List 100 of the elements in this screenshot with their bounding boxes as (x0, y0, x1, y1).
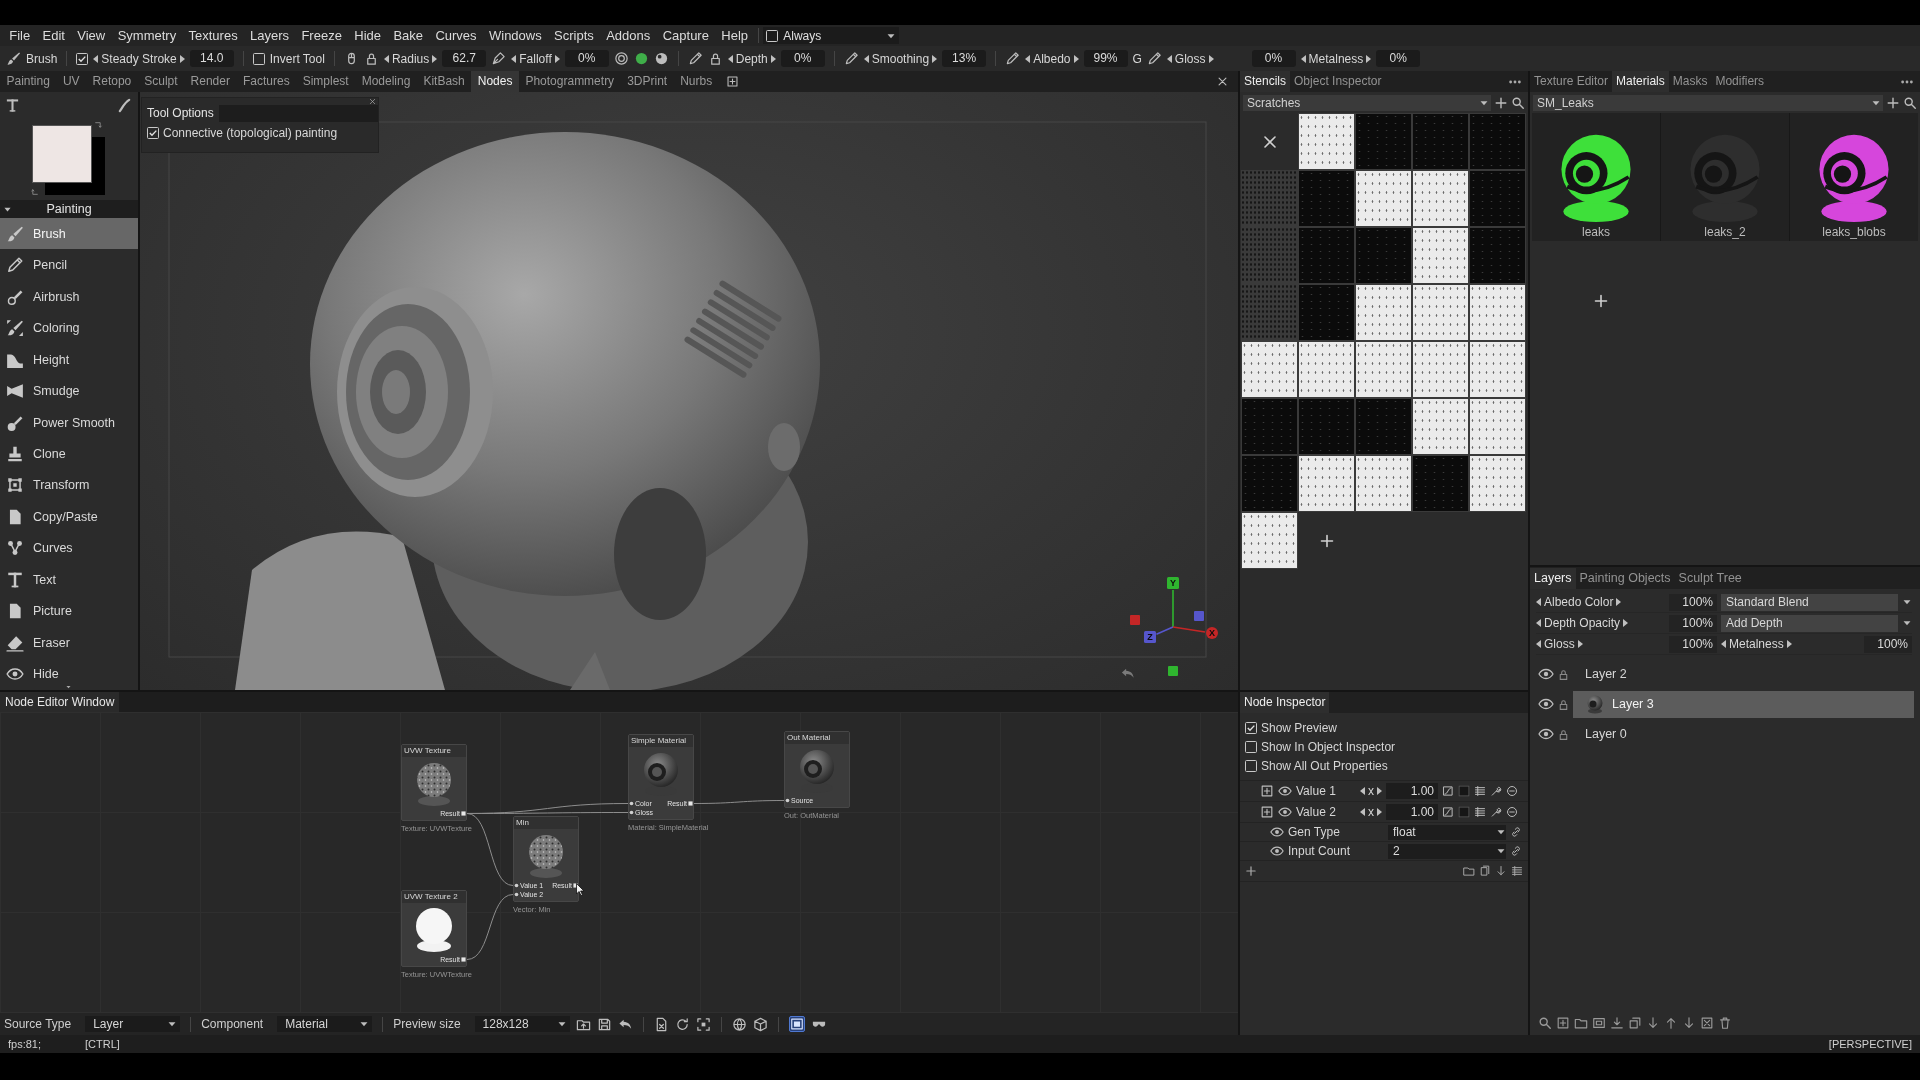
right-triangle-icon[interactable] (1377, 808, 1382, 816)
albedo-spinner[interactable]: Albedo (1025, 51, 1079, 66)
pencil-icon[interactable] (687, 51, 703, 66)
falloff-field[interactable]: 0% (564, 50, 609, 67)
stencil-thumbnail[interactable] (1469, 398, 1526, 455)
stencil-thumbnail[interactable] (1412, 227, 1469, 284)
stencil-thumbnail[interactable] (1355, 398, 1412, 455)
stencil-thumbnail[interactable] (1355, 455, 1412, 512)
tool-item[interactable]: Transform (0, 469, 138, 502)
material-thumbnail[interactable]: leaks_2 (1661, 113, 1789, 241)
right-triangle-icon[interactable] (432, 54, 438, 63)
axis-handle[interactable] (1168, 666, 1178, 676)
delete-box-icon[interactable] (1700, 1016, 1714, 1030)
right-triangle-icon[interactable] (179, 54, 185, 63)
stencil-thumbnail[interactable] (1241, 341, 1298, 398)
right-triangle-icon[interactable] (1623, 619, 1629, 627)
right-triangle-icon[interactable] (1366, 54, 1372, 63)
left-triangle-icon[interactable] (1536, 598, 1541, 606)
axis-handle[interactable] (1194, 611, 1204, 621)
layer-item[interactable]: Layer 3 (1573, 690, 1914, 718)
list-icon[interactable] (1511, 865, 1523, 877)
eye-icon[interactable] (1270, 844, 1284, 858)
dot-icon[interactable] (633, 51, 649, 66)
blend-mode-dropdown[interactable]: Standard Blend (1721, 593, 1898, 611)
left-triangle-icon[interactable] (1721, 640, 1726, 648)
menu-item[interactable]: Layers (243, 25, 296, 46)
stencil-thumbnail[interactable] (1469, 170, 1526, 227)
menu-item[interactable]: Curves (429, 25, 483, 46)
opacity-field[interactable]: 100% (1669, 614, 1717, 632)
menu-item[interactable]: File (3, 25, 37, 46)
stencil-thumbnail[interactable] (1412, 170, 1469, 227)
checkbox[interactable] (147, 127, 159, 139)
down-arrow-icon[interactable] (1682, 1016, 1696, 1030)
stencil-thumbnail[interactable] (1355, 284, 1412, 341)
left-triangle-icon[interactable] (1360, 808, 1365, 816)
close-icon[interactable] (1217, 76, 1228, 87)
eye-icon[interactable] (1270, 825, 1284, 839)
menu-item[interactable]: Scripts (547, 25, 600, 46)
stencil-thumbnail[interactable] (1241, 455, 1298, 512)
menu-item[interactable]: Bake (387, 25, 430, 46)
globe-icon[interactable] (731, 1016, 747, 1032)
metalness-field[interactable]: 0% (1376, 50, 1421, 67)
panel-tab[interactable]: Texture Editor (1530, 71, 1613, 92)
left-triangle-icon[interactable] (1536, 640, 1541, 648)
caret-icon[interactable] (359, 1019, 370, 1029)
tool-item[interactable]: Smudge (0, 375, 138, 407)
tool-item[interactable]: Text (0, 564, 138, 596)
workspace-tab[interactable]: Factures (236, 71, 297, 92)
workspace-tab[interactable]: KitBash (416, 71, 472, 92)
caret-icon[interactable] (1902, 618, 1912, 628)
value-field[interactable]: 1.00 (1386, 783, 1438, 799)
tool-item[interactable]: Clone (0, 438, 138, 470)
gloss-field[interactable]: 0% (1251, 50, 1296, 67)
section-header[interactable]: Painting (0, 200, 138, 218)
stencil-thumbnail[interactable] (1412, 398, 1469, 455)
menu-item[interactable]: Textures (182, 25, 244, 46)
up-arrow-icon[interactable] (1664, 1016, 1678, 1030)
right-triangle-icon[interactable] (1786, 640, 1792, 648)
file-stack-icon[interactable] (1479, 865, 1491, 877)
stencil-thumbnail[interactable] (1412, 284, 1469, 341)
output-socket[interactable] (573, 883, 578, 888)
layer-item[interactable]: Layer 2 (1573, 660, 1914, 688)
workspace-tab[interactable]: Modeling (355, 71, 417, 92)
right-triangle-icon[interactable] (1208, 54, 1214, 63)
search-icon[interactable] (1903, 95, 1917, 110)
falloff-spinner[interactable]: Falloff (511, 51, 560, 66)
layer-frame-icon[interactable] (1592, 1016, 1606, 1030)
opacity-field[interactable]: 100% (1864, 635, 1912, 653)
bent-arrow-icon[interactable] (94, 121, 103, 130)
plus-box-icon[interactable] (1260, 784, 1274, 798)
pencil-icon[interactable] (1005, 51, 1021, 66)
stencil-thumbnail[interactable] (1412, 455, 1469, 512)
sphere-icon[interactable] (653, 51, 669, 66)
workspace-tab[interactable]: Photogrammetry (518, 71, 621, 92)
refresh-icon[interactable] (674, 1016, 690, 1032)
channel-spinner[interactable]: Metalness (1721, 637, 1792, 651)
source-type-dropdown[interactable]: Layer (85, 1016, 181, 1032)
eye-icon[interactable] (1538, 696, 1554, 712)
frame-icon[interactable] (788, 1016, 805, 1032)
plus-icon[interactable] (1886, 95, 1900, 110)
workspace-tab[interactable]: Nurbs (673, 71, 719, 92)
layer-item[interactable]: Layer 0 (1573, 720, 1914, 748)
radius-spinner[interactable]: Radius (383, 51, 438, 66)
component-dropdown[interactable]: Material (277, 1016, 373, 1032)
lock-icon[interactable] (1557, 667, 1570, 681)
link-icon[interactable] (1510, 826, 1522, 838)
left-triangle-icon[interactable] (511, 54, 517, 63)
wrench-icon[interactable] (1490, 806, 1502, 818)
panel-tab[interactable]: Modifiers (1711, 71, 1769, 92)
panel-tab[interactable]: Layers (1530, 567, 1576, 589)
tool-item[interactable]: Hide (0, 658, 138, 691)
stencil-thumbnail[interactable] (1298, 227, 1355, 284)
tool-item[interactable]: Brush (0, 218, 138, 250)
left-triangle-icon[interactable] (727, 54, 733, 63)
workspace-tab[interactable]: Painting (0, 71, 57, 92)
stencil-thumbnail[interactable] (1355, 341, 1412, 398)
stencil-thumbnail[interactable] (1298, 455, 1355, 512)
panel-tab[interactable]: Painting Objects (1575, 567, 1675, 589)
stencil-thumbnail[interactable] (1469, 284, 1526, 341)
down-arrow-icon[interactable] (1646, 1016, 1660, 1030)
